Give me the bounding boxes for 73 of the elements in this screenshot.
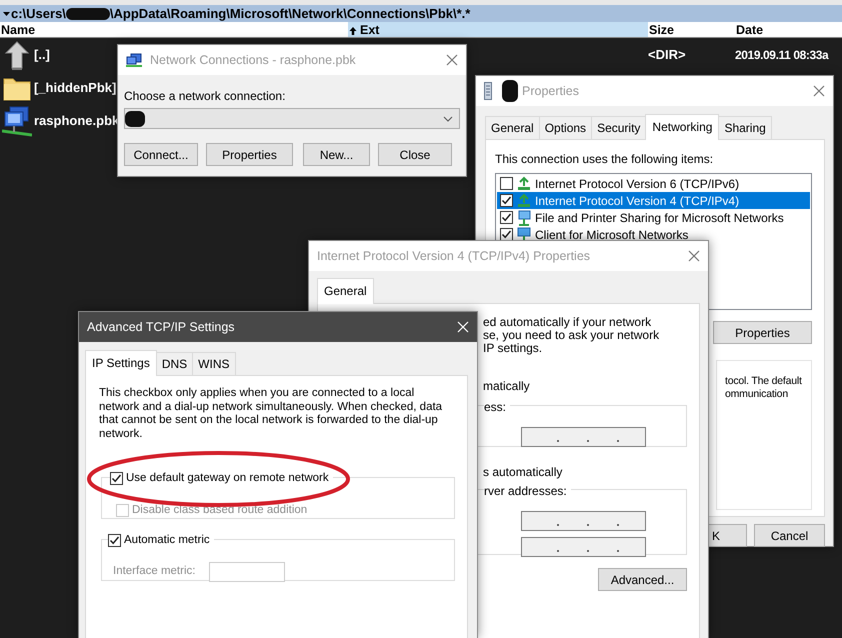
file-size: <DIR> (648, 46, 687, 64)
network-protocol-icon (517, 176, 531, 192)
item-label: Internet Protocol Version 6 (TCP/IPv6) (535, 176, 740, 192)
close-icon[interactable] (813, 85, 825, 97)
path-text: \AppData\Roaming\Microsoft\Network\Connections\Pbk\*.* (110, 4, 470, 23)
dialog-button[interactable]: New... (303, 143, 370, 166)
list-item[interactable]: Internet Protocol Version 6 (TCP/IPv6) (497, 175, 810, 192)
checkbox[interactable] (500, 211, 513, 224)
column-header[interactable]: Date (735, 22, 842, 37)
tab[interactable]: General (485, 116, 540, 139)
file-date: 2019.09.11 08:33a (735, 46, 828, 64)
window-title: Advanced TCP/IP Settings (87, 318, 235, 336)
dialog-button[interactable]: Properties (206, 143, 293, 166)
description-text: tocol. The default (725, 375, 803, 388)
tab[interactable]: Sharing (718, 116, 772, 139)
shared-computer-icon (517, 210, 531, 226)
intro-text: ed automatically if your network (483, 316, 652, 329)
item-label: Client for Microsoft Networks (535, 226, 688, 244)
checkbox[interactable] (110, 472, 123, 486)
sort-arrow-icon (349, 26, 357, 36)
window-title: Internet Protocol Version 4 (TCP/IPv4) Properties (317, 248, 590, 265)
ip-address-field[interactable] (521, 427, 646, 447)
dialog-button[interactable]: Close (378, 143, 452, 166)
checkbox-label: Disable class based route addition (132, 503, 308, 518)
advanced-button[interactable]: Advanced... (598, 568, 687, 591)
description-text: ommunication (725, 388, 789, 401)
tab[interactable]: WINS (192, 352, 236, 375)
tab[interactable]: Networking (645, 114, 720, 140)
network-computers-icon (2, 104, 32, 136)
column-header[interactable]: Size (648, 22, 735, 37)
computer-icon (126, 53, 142, 67)
connection-dropdown[interactable] (124, 108, 460, 129)
window-title: Properties (522, 82, 579, 100)
field-label: Interface metric: (113, 564, 196, 580)
checkbox-label[interactable]: Automatic metric (124, 532, 210, 550)
ip-address-field[interactable] (521, 511, 646, 531)
caret-icon[interactable] (2, 9, 11, 18)
redaction-mark (125, 110, 145, 126)
close-icon[interactable] (446, 54, 458, 66)
ip-address-field[interactable] (521, 537, 646, 557)
window-title: Network Connections - rasphone.pbk (150, 52, 356, 69)
checkbox[interactable] (500, 177, 513, 190)
column-header[interactable]: Ext (348, 22, 648, 37)
close-icon[interactable] (688, 250, 700, 262)
redaction-mark (502, 80, 518, 102)
path-text: c:\Users\ (11, 4, 66, 23)
intro-text: se, you need to ask your network (483, 329, 660, 342)
column-header[interactable]: Name (0, 22, 348, 37)
item-label: Internet Protocol Version 4 (TCP/IPv4) (535, 192, 740, 210)
dialog-button[interactable]: K (707, 524, 747, 547)
tab[interactable]: IP Settings (85, 350, 157, 376)
redaction-mark (66, 8, 110, 20)
properties-button[interactable]: Properties (713, 321, 812, 344)
checkbox[interactable] (108, 534, 121, 548)
network-protocol-icon (517, 192, 531, 208)
dialog-button[interactable]: Cancel (754, 524, 825, 547)
computer-icon (517, 226, 531, 242)
intro-text: IP settings. (483, 342, 544, 355)
option-label: matically (483, 378, 531, 395)
phonebook-icon (484, 82, 492, 100)
tab[interactable]: General (317, 278, 374, 304)
section-label: This connection uses the following items: (495, 151, 714, 168)
option-label: s automatically (483, 464, 564, 481)
caret-icon (443, 116, 453, 122)
up-arrow-icon (4, 40, 30, 70)
dialog-button[interactable]: Connect... (124, 143, 198, 166)
item-label: File and Printer Sharing for Microsoft Networks (535, 210, 784, 226)
list-item[interactable]: File and Printer Sharing for Microsoft Networks (497, 209, 810, 226)
note-text: This checkbox only applies when you are connected to a local network and a dial-up network simultaneously. When checked, data that cannot be sent on the local network is forwarded to the dial-up network. (99, 387, 444, 441)
field-label: Choose a network connection: (124, 88, 286, 105)
checkbox[interactable] (500, 228, 513, 241)
checkbox[interactable] (500, 194, 513, 207)
list-item[interactable]: Internet Protocol Version 4 (TCP/IPv4) (497, 192, 810, 209)
